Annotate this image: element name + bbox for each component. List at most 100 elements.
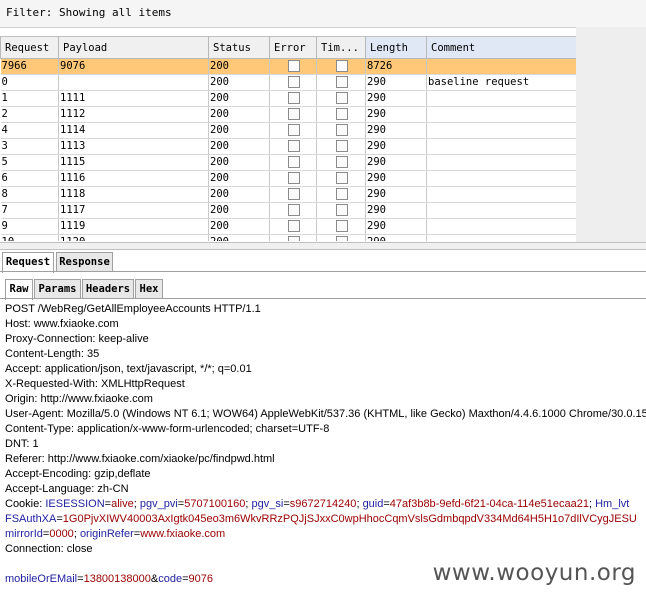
cell-length: 8726 xyxy=(365,58,427,75)
header-user-agent: User-Agent: Mozilla/5.0 (Windows NT 6.1;… xyxy=(5,408,646,420)
cell-payload: 9076 xyxy=(58,58,209,75)
cell-comment xyxy=(426,58,576,75)
cell-error xyxy=(269,122,317,139)
tab-divider xyxy=(0,271,646,272)
filter-text: Filter: Showing all items xyxy=(6,6,172,19)
cell-timeout xyxy=(316,90,366,107)
col-header-status[interactable]: Status xyxy=(208,36,270,59)
tab-request[interactable]: Request xyxy=(2,252,54,273)
results-table[interactable]: Request Payload Status Error Tim... Leng… xyxy=(0,36,576,241)
tab-hex[interactable]: Hex xyxy=(135,279,163,298)
timeout-checkbox[interactable] xyxy=(335,108,348,120)
col-header-payload[interactable]: Payload xyxy=(58,36,209,59)
error-checkbox[interactable] xyxy=(287,236,300,241)
cell-error xyxy=(269,74,317,91)
table-row[interactable]: 6 1116 200 290 xyxy=(0,170,576,187)
error-checkbox[interactable] xyxy=(287,204,300,216)
table-row[interactable]: 9 1119 200 290 xyxy=(0,218,576,235)
error-checkbox[interactable] xyxy=(287,76,300,88)
error-checkbox[interactable] xyxy=(287,60,300,72)
cell-length: 290 xyxy=(365,186,427,203)
right-pane xyxy=(576,27,646,242)
error-checkbox[interactable] xyxy=(287,108,300,120)
header-content-type: Content-Type: application/x-www-form-url… xyxy=(5,423,330,435)
cell-length: 290 xyxy=(365,122,427,139)
timeout-checkbox[interactable] xyxy=(335,140,348,152)
cell-timeout xyxy=(316,74,366,91)
timeout-checkbox[interactable] xyxy=(335,220,348,232)
header-accept: Accept: application/json, text/javascrip… xyxy=(5,363,252,375)
wooyun-watermark: www.wooyun.org xyxy=(432,560,636,586)
col-header-request[interactable]: Request xyxy=(0,36,59,59)
cell-comment xyxy=(426,138,576,155)
cell-status: 200 xyxy=(208,122,270,139)
col-header-error[interactable]: Error xyxy=(269,36,317,59)
cell-status: 200 xyxy=(208,202,270,219)
cell-request: 6 xyxy=(0,170,59,187)
pane-splitter[interactable] xyxy=(0,242,646,250)
cell-status: 200 xyxy=(208,170,270,187)
timeout-checkbox[interactable] xyxy=(335,124,348,136)
timeout-checkbox[interactable] xyxy=(335,156,348,168)
tab-raw[interactable]: Raw xyxy=(5,279,33,300)
timeout-checkbox[interactable] xyxy=(335,172,348,184)
timeout-checkbox[interactable] xyxy=(335,76,348,88)
cell-status: 200 xyxy=(208,138,270,155)
error-checkbox[interactable] xyxy=(287,188,300,200)
cell-payload: 1118 xyxy=(58,186,209,203)
timeout-checkbox[interactable] xyxy=(335,188,348,200)
table-row[interactable]: 0 200 290 baseline request xyxy=(0,74,576,91)
tab-params[interactable]: Params xyxy=(34,279,81,298)
error-checkbox[interactable] xyxy=(287,124,300,136)
raw-request-editor[interactable]: POST /WebReg/GetAllEmployeeAccounts HTTP… xyxy=(0,300,646,598)
request-line: POST /WebReg/GetAllEmployeeAccounts HTTP… xyxy=(5,303,261,315)
cell-comment xyxy=(426,90,576,107)
error-checkbox[interactable] xyxy=(287,140,300,152)
table-row[interactable]: 1 1111 200 290 xyxy=(0,90,576,107)
timeout-checkbox[interactable] xyxy=(335,60,348,72)
cookie-continued-2: mirrorId=0000; originRefer=www.fxiaoke.c… xyxy=(5,528,226,540)
cell-status: 200 xyxy=(208,218,270,235)
table-row[interactable]: 8 1118 200 290 xyxy=(0,186,576,203)
cell-length: 290 xyxy=(365,106,427,123)
cell-length: 290 xyxy=(365,234,427,241)
cell-payload: 1114 xyxy=(58,122,209,139)
cell-request: 4 xyxy=(0,122,59,139)
cell-timeout xyxy=(316,202,366,219)
cell-request: 9 xyxy=(0,218,59,235)
cell-timeout xyxy=(316,234,366,241)
cell-length: 290 xyxy=(365,218,427,235)
cell-error xyxy=(269,170,317,187)
timeout-checkbox[interactable] xyxy=(335,204,348,216)
filter-bar[interactable]: Filter: Showing all items xyxy=(0,0,646,28)
error-checkbox[interactable] xyxy=(287,156,300,168)
cell-comment xyxy=(426,202,576,219)
table-row[interactable]: 2 1112 200 290 xyxy=(0,106,576,123)
timeout-checkbox[interactable] xyxy=(335,236,348,241)
cell-timeout xyxy=(316,186,366,203)
table-row[interactable]: 7 1117 200 290 xyxy=(0,202,576,219)
table-row[interactable]: 5 1115 200 290 xyxy=(0,154,576,171)
col-header-comment[interactable]: Comment xyxy=(426,36,576,59)
table-row[interactable]: 101120200 290 xyxy=(0,234,576,241)
cell-request: 1 xyxy=(0,90,59,107)
col-header-timeout[interactable]: Tim... xyxy=(316,36,366,59)
cell-error xyxy=(269,154,317,171)
error-checkbox[interactable] xyxy=(287,172,300,184)
cell-timeout xyxy=(316,122,366,139)
tab-headers[interactable]: Headers xyxy=(82,279,134,298)
request-body: mobileOrEMail=13800138000&code=9076 xyxy=(5,573,213,585)
col-header-length[interactable]: Length xyxy=(365,36,427,59)
timeout-checkbox[interactable] xyxy=(335,92,348,104)
cell-status: 200 xyxy=(208,154,270,171)
error-checkbox[interactable] xyxy=(287,220,300,232)
table-row[interactable]: 7966 9076 200 8726 xyxy=(0,58,576,75)
cell-request: 5 xyxy=(0,154,59,171)
cell-length: 290 xyxy=(365,74,427,91)
cell-payload: 1113 xyxy=(58,138,209,155)
tab-response[interactable]: Response xyxy=(56,252,113,271)
table-row[interactable]: 4 1114 200 290 xyxy=(0,122,576,139)
error-checkbox[interactable] xyxy=(287,92,300,104)
table-row[interactable]: 3 1113 200 290 xyxy=(0,138,576,155)
header-referer: Referer: http://www.fxiaoke.com/xiaoke/p… xyxy=(5,453,275,465)
